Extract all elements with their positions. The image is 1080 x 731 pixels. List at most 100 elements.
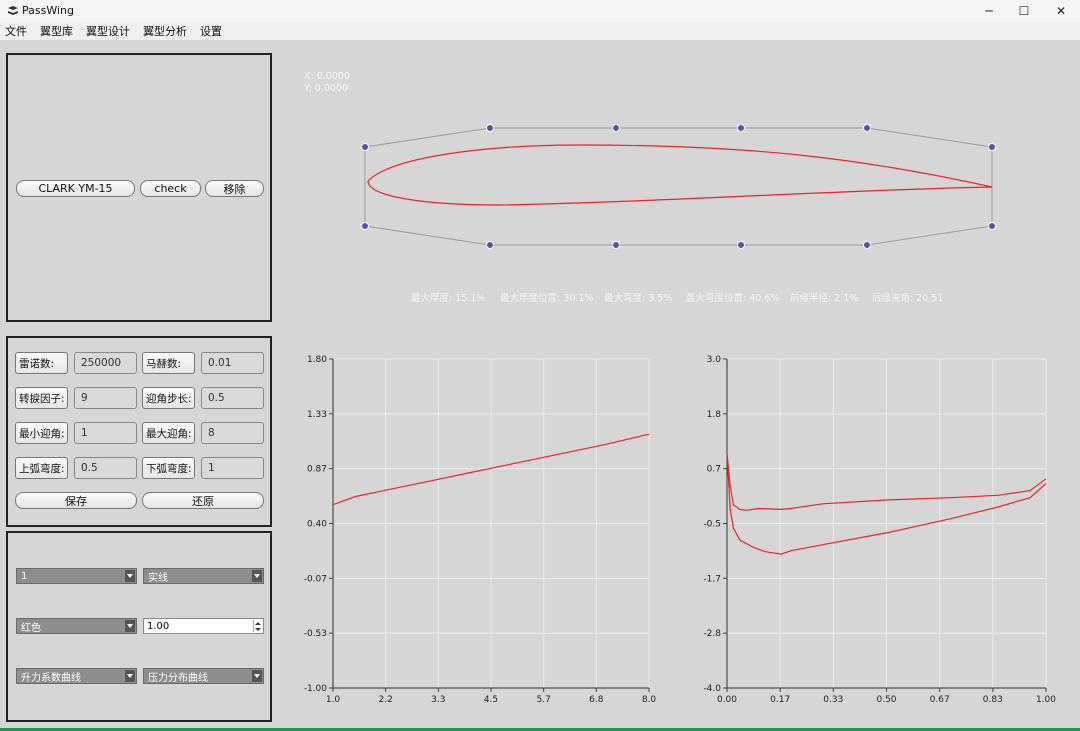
menu-airfoil-analysis[interactable]: 翼型分析: [143, 23, 187, 39]
reynolds-input[interactable]: 250000: [74, 352, 137, 374]
color-select[interactable]: 红色: [16, 618, 137, 634]
y-coordinate-readout: Y: 0.0000: [304, 83, 349, 94]
y-tick-label: 3.0: [707, 355, 722, 365]
chevron-down-icon: [252, 670, 262, 682]
y-tick-label: -0.07: [304, 574, 327, 584]
max-aoa-label: 最大迎角:: [142, 422, 195, 444]
scale-spinbox[interactable]: 1.00: [143, 618, 264, 634]
reynolds-label: 雷诺数:: [15, 352, 68, 374]
app-logo-icon: [8, 6, 18, 15]
y-tick-label: -1.00: [304, 684, 328, 694]
y-tick-label: -1.7: [703, 574, 721, 584]
y-tick-label: -0.5: [703, 520, 721, 530]
chevron-down-icon: [125, 570, 135, 582]
control-point[interactable]: [863, 241, 871, 249]
x-tick-label: 4.5: [484, 695, 498, 705]
chevron-down-icon: [125, 620, 135, 632]
control-point[interactable]: [612, 124, 620, 132]
control-point[interactable]: [737, 241, 745, 249]
transition-input[interactable]: 9: [74, 387, 137, 409]
left-curve-select[interactable]: 升力系数曲线: [16, 668, 137, 684]
min-aoa-input[interactable]: 1: [74, 422, 137, 444]
airfoil-panel: CLARK YM-15 check 移除: [6, 53, 272, 322]
line-width-select[interactable]: 1: [16, 568, 137, 584]
pressure-distribution-chart: 0.00 0.17 0.33 0.50 0.67 0.83 1.00 3.0 1.8 0.7 -0.…: [703, 355, 1056, 705]
aoa-step-input[interactable]: 0.5: [201, 387, 264, 409]
save-button[interactable]: 保存: [15, 492, 137, 509]
mach-input[interactable]: 0.01: [201, 352, 264, 374]
style-panel: 1 实线 红色 1.00 升力系数曲线 压力分布曲线: [6, 531, 272, 722]
line-style-select[interactable]: 实线: [143, 568, 264, 584]
y-tick-label: 0.7: [707, 465, 721, 475]
x-tick-label: 2.2: [379, 695, 393, 705]
left-curve-value: 升力系数曲线: [21, 672, 81, 684]
x-coordinate-readout: X: 0.0000: [304, 71, 350, 82]
spin-arrows-icon[interactable]: [253, 620, 262, 632]
menu-file[interactable]: 文件: [5, 23, 27, 39]
check-button[interactable]: check: [140, 180, 201, 197]
params-panel: 雷诺数: 250000 马赫数: 0.01 转捩因子: 9 迎角步长: 0.5 …: [6, 336, 272, 527]
upper-curvature-label: 上弧弯度:: [15, 457, 68, 479]
y-tick-label: 0.87: [307, 465, 327, 475]
stat-te-angle: 后缘夹角: 20.51: [872, 293, 944, 304]
remove-button[interactable]: 移除: [205, 180, 264, 197]
right-curve-select[interactable]: 压力分布曲线: [143, 668, 264, 684]
stat-max-thickness: 最大厚度: 15.1%: [411, 293, 486, 304]
y-tick-label: -0.53: [304, 629, 327, 639]
y-tick-label: 0.40: [307, 520, 327, 530]
x-tick-label: 6.8: [589, 695, 604, 705]
window-title: PassWing: [22, 4, 74, 17]
x-tick-label: 1.0: [326, 695, 341, 705]
maximize-button[interactable]: ☐: [1007, 0, 1041, 22]
lower-curvature-label: 下弧弯度:: [142, 457, 195, 479]
lower-curvature-input[interactable]: 1: [201, 457, 264, 479]
stat-max-thickness-position: 最大厚度位置: 30.1%: [500, 293, 594, 304]
y-tick-label: 1.8: [707, 410, 722, 420]
mach-label: 马赫数:: [142, 352, 195, 374]
line-style-value: 实线: [148, 572, 168, 584]
stat-le-radius: 前缘半径: 2.1%: [790, 293, 859, 304]
control-point[interactable]: [612, 241, 620, 249]
y-tick-label: -4.0: [703, 684, 721, 694]
airfoil-upper-surface: [367, 144, 993, 188]
control-point[interactable]: [361, 222, 369, 230]
color-value: 红色: [21, 622, 41, 634]
x-tick-label: 0.17: [770, 695, 790, 705]
transition-label: 转捩因子:: [15, 387, 68, 409]
control-point[interactable]: [361, 143, 369, 151]
aoa-step-label: 迎角步长:: [142, 387, 195, 409]
control-point[interactable]: [486, 124, 494, 132]
line-width-value: 1: [21, 570, 28, 582]
control-point[interactable]: [737, 124, 745, 132]
stat-max-camber-position: 最大弯度位置: 40.6%: [686, 293, 780, 304]
menu-airfoil-design[interactable]: 翼型设计: [86, 23, 130, 39]
right-curve-value: 压力分布曲线: [148, 672, 208, 684]
upper-curvature-input[interactable]: 0.5: [74, 457, 137, 479]
menu-bar: 文件 翼型库 翼型设计 翼型分析 设置: [0, 22, 1080, 40]
x-tick-label: 0.50: [876, 695, 896, 705]
minimize-button[interactable]: ─: [972, 0, 1006, 22]
control-point[interactable]: [863, 124, 871, 132]
restore-button[interactable]: 还原: [142, 492, 264, 509]
x-tick-label: 5.7: [537, 695, 551, 705]
x-tick-label: 0.67: [930, 695, 950, 705]
airfoil-name-button[interactable]: CLARK YM-15: [16, 180, 135, 197]
control-point[interactable]: [988, 222, 996, 230]
x-tick-label: 0.83: [983, 695, 1003, 705]
airfoil-editor-canvas[interactable]: [300, 110, 1060, 270]
menu-settings[interactable]: 设置: [200, 23, 222, 39]
max-aoa-input[interactable]: 8: [201, 422, 264, 444]
control-point[interactable]: [486, 241, 494, 249]
scale-value: 1.00: [147, 620, 170, 632]
control-point[interactable]: [988, 143, 996, 151]
stat-max-camber: 最大弯度: 3.5%: [604, 293, 673, 304]
menu-airfoil-library[interactable]: 翼型库: [40, 23, 73, 39]
x-tick-label: 3.3: [431, 695, 445, 705]
x-tick-label: 0.33: [823, 695, 843, 705]
close-button[interactable]: ✕: [1044, 0, 1078, 22]
airfoil-lower-surface: [367, 180, 993, 206]
control-polygon-upper: [364, 127, 993, 148]
y-tick-label: 1.80: [307, 355, 327, 365]
chevron-down-icon: [252, 570, 262, 582]
x-tick-label: 0.00: [717, 695, 737, 705]
